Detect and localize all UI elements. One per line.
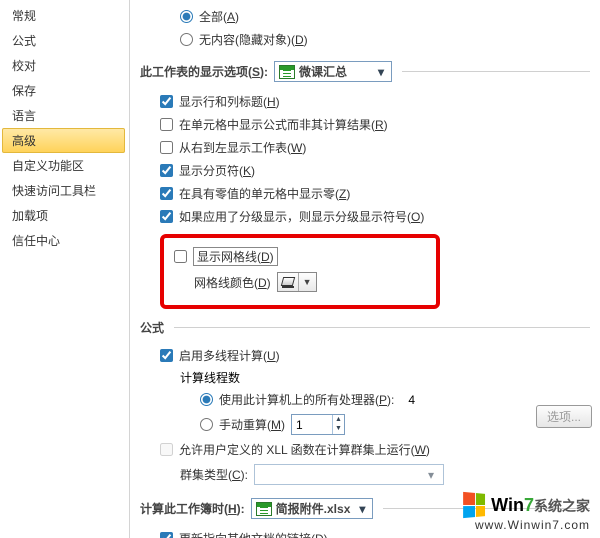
sidebar-item-proofing[interactable]: 校对	[2, 53, 129, 78]
check-row-col-headers-label: 显示行和列标题(H)	[179, 93, 280, 110]
windows-flag-icon	[463, 492, 485, 518]
radio-threads-manual-label: 手动重算(M)	[219, 416, 285, 433]
check-rtl-sheet-label: 从右到左显示工作表(W)	[179, 139, 306, 156]
sidebar-item-customize-ribbon[interactable]: 自定义功能区	[2, 153, 129, 178]
gridline-color-label: 网格线颜色(D)	[194, 274, 271, 291]
check-page-breaks-label: 显示分页符(K)	[179, 162, 255, 179]
cluster-type-dropdown: ▾	[254, 464, 444, 485]
check-row-col-headers[interactable]	[160, 95, 173, 108]
sidebar-item-advanced[interactable]: 高级	[2, 128, 125, 153]
worksheet-select-dropdown[interactable]: 微课汇总 ▾	[274, 61, 392, 82]
watermark-logo: Win7系统之家 www.Winwin7.com	[463, 493, 590, 532]
radio-threads-all[interactable]	[200, 393, 213, 406]
manual-threads-input[interactable]	[292, 415, 332, 434]
sidebar-item-formulas[interactable]: 公式	[2, 28, 129, 53]
sidebar-item-language[interactable]: 语言	[2, 103, 129, 128]
main-panel: 全部(A) 无内容(隐藏对象)(D) 此工作表的显示选项(S): 微课汇总 ▾ …	[130, 0, 600, 538]
watermark-url: www.Winwin7.com	[475, 518, 590, 532]
cluster-type-label: 群集类型(C):	[180, 466, 248, 483]
paint-bucket-icon	[282, 276, 294, 288]
chevron-down-icon: ▼	[299, 277, 316, 287]
chevron-down-icon: ▾	[354, 502, 370, 516]
workbook-select-dropdown[interactable]: 简报附件.xlsx ▾	[251, 498, 374, 519]
options-sidebar: 常规 公式 校对 保存 语言 高级 自定义功能区 快速访问工具栏 加载项 信任中…	[0, 0, 130, 538]
radio-objects-none[interactable]	[180, 33, 193, 46]
check-show-gridlines[interactable]	[174, 250, 187, 263]
check-xll-cluster	[160, 443, 173, 456]
check-multithread-calc[interactable]	[160, 349, 173, 362]
radio-threads-all-label: 使用此计算机上的所有处理器(P):	[219, 391, 394, 408]
check-update-links[interactable]	[160, 532, 173, 538]
sidebar-item-save[interactable]: 保存	[2, 78, 129, 103]
check-multithread-calc-label: 启用多线程计算(U)	[179, 347, 280, 364]
sidebar-item-quick-access[interactable]: 快速访问工具栏	[2, 178, 129, 203]
check-update-links-label: 更新指向其他文档的链接(D)	[179, 530, 328, 538]
spinner-up-icon[interactable]: ▲	[333, 415, 344, 424]
processor-count-value: 4	[408, 393, 415, 407]
sidebar-item-general[interactable]: 常规	[2, 3, 129, 28]
check-xll-cluster-label: 允许用户定义的 XLL 函数在计算群集上运行(W)	[179, 441, 430, 458]
radio-objects-all-label: 全部(A)	[199, 8, 239, 25]
section-formulas: 公式	[140, 319, 590, 336]
chevron-down-icon: ▾	[423, 468, 439, 482]
cluster-options-button: 选项...	[536, 405, 592, 428]
check-show-gridlines-label: 显示网格线(D)	[193, 247, 278, 266]
gridline-color-picker[interactable]: ▼	[277, 272, 317, 292]
check-show-formulas-label: 在单元格中显示公式而非其计算结果(R)	[179, 116, 388, 133]
check-show-zeros[interactable]	[160, 187, 173, 200]
sidebar-item-trust-center[interactable]: 信任中心	[2, 228, 129, 253]
radio-objects-all[interactable]	[180, 10, 193, 23]
radio-threads-manual[interactable]	[200, 418, 213, 431]
check-outline-symbols-label: 如果应用了分级显示，则显示分级显示符号(O)	[179, 208, 424, 225]
check-show-zeros-label: 在具有零值的单元格中显示零(Z)	[179, 185, 350, 202]
chevron-down-icon: ▾	[373, 65, 389, 79]
check-page-breaks[interactable]	[160, 164, 173, 177]
worksheet-icon	[279, 65, 295, 79]
radio-objects-none-label: 无内容(隐藏对象)(D)	[199, 31, 308, 48]
check-rtl-sheet[interactable]	[160, 141, 173, 154]
spinner-down-icon[interactable]: ▼	[333, 424, 344, 433]
sidebar-item-addins[interactable]: 加载项	[2, 203, 129, 228]
manual-threads-spinner[interactable]: ▲▼	[291, 414, 345, 435]
threads-count-label: 计算线程数	[180, 367, 590, 388]
workbook-icon	[256, 502, 272, 516]
highlight-box-gridlines: 显示网格线(D) 网格线颜色(D) ▼	[160, 234, 440, 309]
section-worksheet-display: 此工作表的显示选项(S): 微课汇总 ▾	[140, 61, 590, 82]
check-show-formulas[interactable]	[160, 118, 173, 131]
check-outline-symbols[interactable]	[160, 210, 173, 223]
